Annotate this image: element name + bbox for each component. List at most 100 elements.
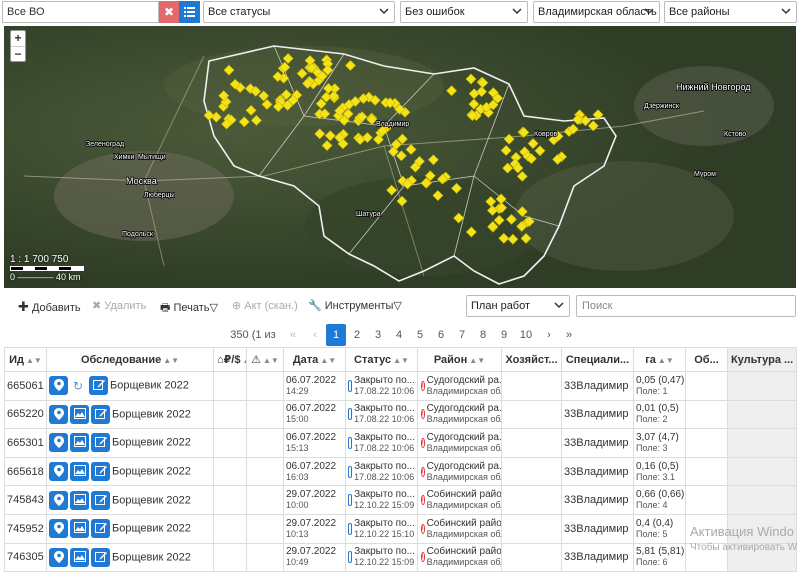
location-button[interactable]	[49, 376, 68, 396]
location-button[interactable]	[49, 547, 68, 567]
edit-button[interactable]	[91, 404, 110, 424]
map-marker-icon	[53, 407, 64, 423]
edit-button[interactable]	[91, 433, 110, 453]
col-survey[interactable]: Обследование ▲▼	[46, 347, 214, 372]
table-row[interactable]: 746305 Борщевик 2022 29.07.2022 10:49 Закрыт…	[4, 542, 797, 572]
info-circle-icon[interactable]: i	[421, 466, 425, 477]
page-8-button[interactable]: 8	[473, 324, 493, 346]
edit-button[interactable]	[89, 376, 108, 396]
col-id[interactable]: Ид ▲▼	[4, 347, 47, 372]
col-owner[interactable]: Хозяйст...	[501, 347, 562, 372]
page-2-button[interactable]: 2	[347, 324, 367, 346]
page-1-button[interactable]: 1	[326, 324, 346, 346]
cell-status: Закрыто по... 17.08.22 10:06	[345, 456, 418, 487]
image-button[interactable]	[70, 490, 89, 510]
map-city-label: Мытищи	[138, 154, 166, 161]
image-button[interactable]	[70, 462, 89, 482]
image-button[interactable]	[70, 519, 89, 539]
act-button[interactable]: ⊕ Акт (скан.)	[232, 299, 298, 312]
cell-date: 06.07.2022 15:13	[283, 428, 346, 458]
edit-button[interactable]	[91, 462, 110, 482]
map-city-label: Люберцы	[144, 191, 175, 199]
location-button[interactable]	[49, 519, 68, 539]
vo-filter-input[interactable]: Все ВО	[2, 1, 159, 23]
map-view[interactable]: Москва Химки Мытищи Зеленоград Люберцы Подоль…	[4, 26, 796, 288]
zoom-out-button[interactable]: −	[11, 46, 25, 61]
survey-label: Борщевик 2022	[112, 408, 191, 421]
delete-button[interactable]: ✖ Удалить	[92, 299, 146, 312]
ha-value: 0,66 (0,66)	[636, 489, 685, 501]
search-input[interactable]: Поиск	[576, 295, 796, 317]
page-9-button[interactable]: 9	[494, 324, 514, 346]
location-button[interactable]	[49, 433, 68, 453]
info-circle-icon[interactable]: i	[421, 523, 425, 534]
location-button[interactable]	[49, 404, 68, 424]
info-circle-icon[interactable]: i	[421, 437, 425, 448]
cell-ha: 0,66 (0,66) Поле: 4	[633, 485, 686, 515]
warning-icon: ⚠	[251, 354, 262, 366]
windows-activation-watermark: Активация Windo Чтобы активировать W	[690, 524, 797, 553]
info-circle-icon[interactable]: i	[421, 552, 425, 563]
table-row[interactable]: 665618 Борщевик 2022 06.07.2022 16:03 Закрыт…	[4, 456, 797, 487]
ha-value: 0,16 (0,5)	[636, 460, 679, 472]
col-ha[interactable]: га ▲▼	[633, 347, 686, 372]
info-circle-icon[interactable]: i	[421, 409, 425, 420]
cell-money	[213, 456, 247, 487]
satellite-map[interactable]: Москва Химки Мытищи Зеленоград Люберцы Подоль…	[4, 26, 796, 288]
add-button[interactable]: ✚ Добавить	[18, 299, 81, 315]
chevron-down-icon	[644, 8, 654, 15]
region-select[interactable]: Владимирская область	[533, 1, 660, 23]
col-warning[interactable]: ⚠ ▲▼	[246, 347, 284, 372]
table-row[interactable]: 745952 Борщевик 2022 29.07.2022 10:13 Закрыт…	[4, 513, 797, 544]
errors-select[interactable]: Без ошибок	[400, 1, 528, 23]
edit-button[interactable]	[91, 490, 110, 510]
cell-culture	[727, 456, 797, 487]
prev-page-button[interactable]: ‹	[306, 324, 324, 346]
print-button[interactable]: 🖶 Печать▽	[160, 299, 218, 318]
table-row[interactable]: 665220 Борщевик 2022 06.07.2022 15:00 Закрыт…	[4, 399, 797, 430]
clear-vo-button[interactable]: ✖	[159, 1, 179, 23]
col-district[interactable]: Район ▲▼	[417, 347, 502, 372]
table-row[interactable]: 665061 ↻ Борщевик 2022 06.07.2022 14:29 Закры…	[4, 371, 797, 401]
image-button[interactable]	[70, 404, 89, 424]
col-date[interactable]: Дата ▲▼	[283, 347, 346, 372]
last-page-button[interactable]: »	[560, 324, 578, 346]
page-6-button[interactable]: 6	[431, 324, 451, 346]
table-row[interactable]: 665301 Борщевик 2022 06.07.2022 15:13 Закрыт…	[4, 428, 797, 458]
scale-bar	[10, 266, 84, 271]
next-page-button[interactable]: ›	[540, 324, 558, 346]
cell-culture	[727, 399, 797, 430]
zoom-in-button[interactable]: +	[11, 31, 25, 46]
page-3-button[interactable]: 3	[368, 324, 388, 346]
location-button[interactable]	[49, 462, 68, 482]
page-4-button[interactable]: 4	[389, 324, 409, 346]
col-ob[interactable]: Об...	[685, 347, 728, 372]
date-value: 29.07.2022	[286, 489, 337, 501]
plan-select[interactable]: План работ	[466, 295, 570, 317]
ha-value: 5,81 (5,81)	[636, 546, 685, 558]
info-circle-icon[interactable]: i	[421, 495, 425, 506]
image-button[interactable]	[70, 547, 89, 567]
location-button[interactable]	[49, 490, 68, 510]
col-culture[interactable]: Культура ...	[727, 347, 797, 372]
col-money[interactable]: ⌂₽/$▲▼	[213, 347, 247, 372]
status-value: Закрыто по...	[354, 403, 415, 415]
page-10-button[interactable]: 10	[515, 324, 537, 346]
table-row[interactable]: 745843 Борщевик 2022 29.07.2022 10:00 Закрыт…	[4, 485, 797, 515]
col-status[interactable]: Статус ▲▼	[345, 347, 418, 372]
page-5-button[interactable]: 5	[410, 324, 430, 346]
status-select[interactable]: Все статусы	[203, 1, 395, 23]
watermark-line2: Чтобы активировать W	[690, 542, 798, 553]
tools-button[interactable]: 🔧 Инструменты▽	[308, 299, 402, 312]
image-button[interactable]	[70, 433, 89, 453]
districts-select[interactable]: Все районы	[664, 1, 797, 23]
refresh-icon[interactable]: ↻	[70, 379, 86, 393]
info-circle-icon[interactable]: i	[421, 380, 425, 391]
col-spec[interactable]: Специали...	[561, 347, 634, 372]
first-page-button[interactable]: «	[284, 324, 302, 346]
cell-date: 06.07.2022 15:00	[283, 399, 346, 430]
page-7-button[interactable]: 7	[452, 324, 472, 346]
vo-list-button[interactable]	[179, 1, 200, 23]
edit-button[interactable]	[91, 519, 110, 539]
edit-button[interactable]	[91, 547, 110, 567]
